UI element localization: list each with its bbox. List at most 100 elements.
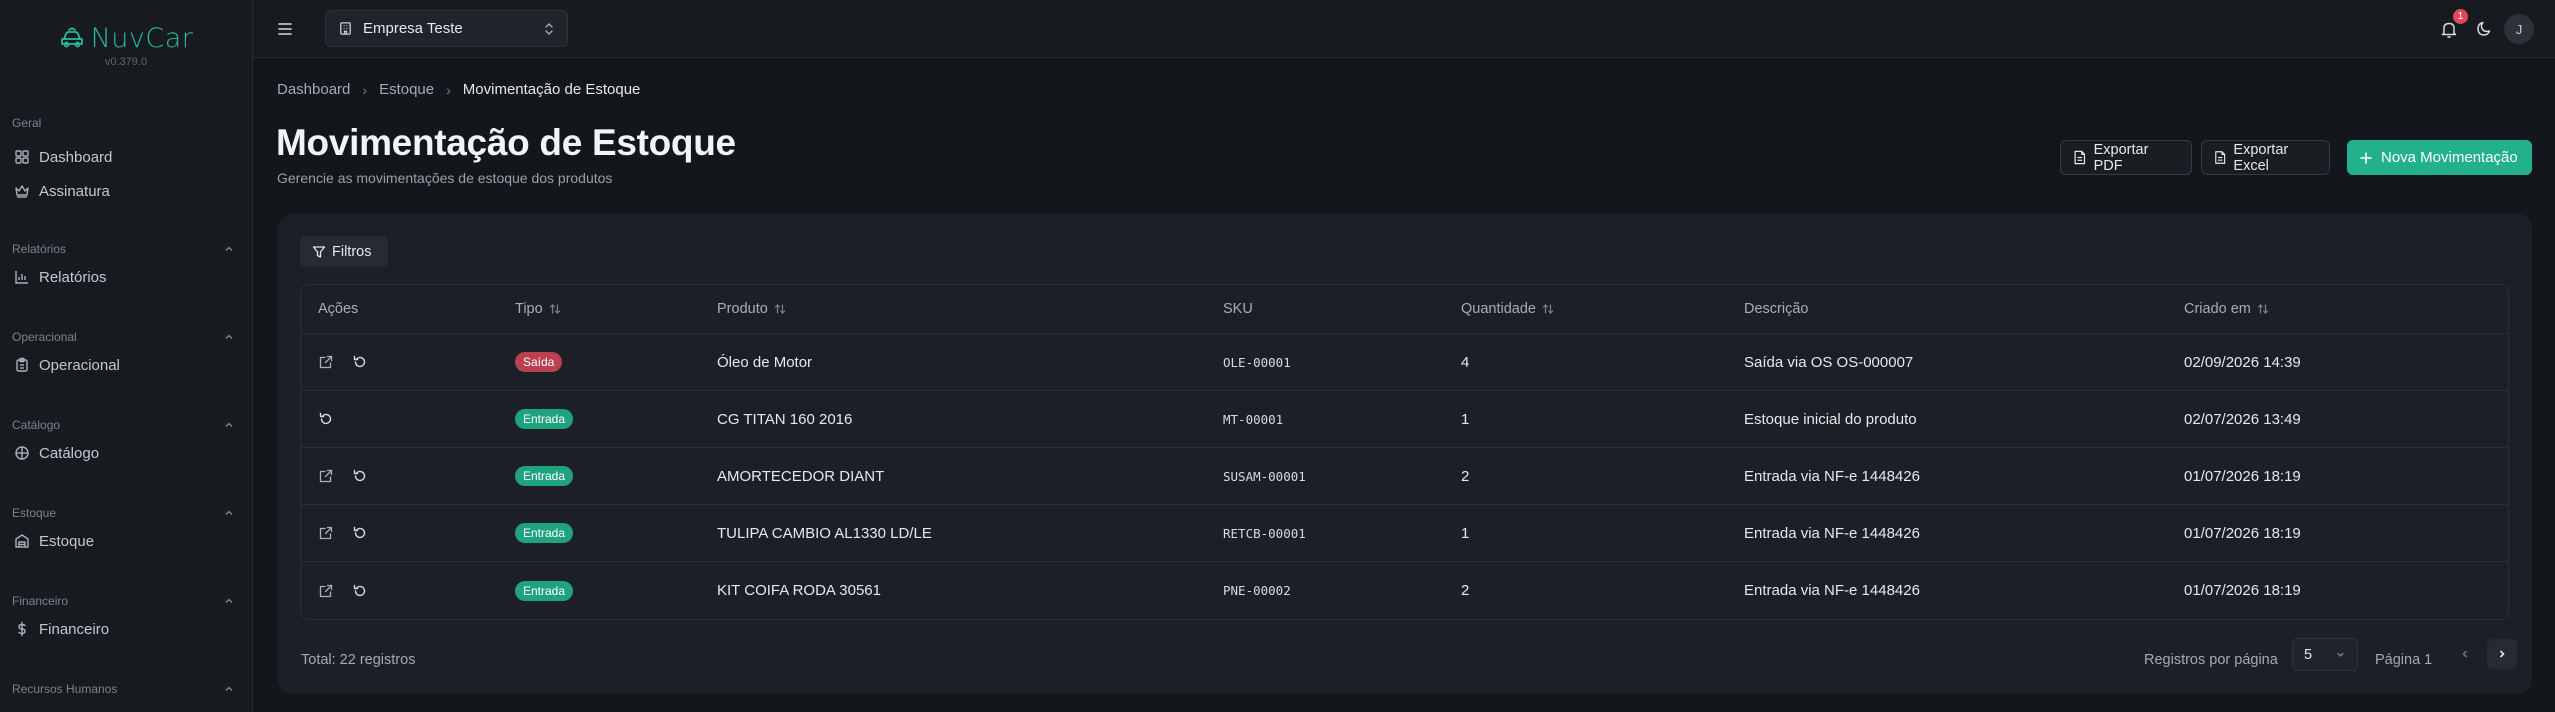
row-descricao: Estoque inicial do produto (1744, 410, 1917, 428)
group-header-catalogo[interactable]: Catálogo (0, 414, 252, 436)
sidebar-item-label: Assinatura (39, 182, 110, 200)
header-label: Ações (318, 301, 359, 317)
header-quantidade[interactable]: Quantidade (1461, 285, 1744, 333)
external-link-icon[interactable] (318, 583, 334, 599)
chevron-up-icon (225, 334, 233, 340)
avatar[interactable]: J (2504, 14, 2534, 44)
chevron-up-icon (225, 598, 233, 604)
crown-icon (15, 185, 29, 198)
header-produto[interactable]: Produto (717, 285, 1223, 333)
row-sku: MT-00001 (1223, 411, 1284, 427)
sidebar-item-label: Dashboard (39, 148, 113, 166)
sort-icon (1542, 304, 1554, 314)
row-sku: RETCB-00001 (1223, 525, 1306, 541)
header-criado-em[interactable]: Criado em (2184, 285, 2508, 333)
company-selector[interactable]: Empresa Teste (325, 10, 568, 47)
file-spreadsheet-icon (2215, 151, 2226, 164)
sidebar-item-label: Operacional (39, 356, 120, 374)
undo-icon[interactable] (352, 583, 368, 599)
brand-logo[interactable]: NuvCar (0, 18, 252, 58)
sidebar-item-catalogo[interactable]: Catálogo (0, 436, 252, 470)
car-cloud-icon (60, 27, 83, 48)
table-header: Ações Tipo Produto SKU Quantidade Descri… (301, 285, 2508, 334)
export-pdf-button[interactable]: Exportar PDF (2060, 140, 2192, 175)
sort-icon (2257, 304, 2268, 314)
undo-icon[interactable] (352, 525, 368, 541)
header-descricao: Descrição (1744, 285, 2184, 333)
header-acoes: Ações (301, 285, 515, 333)
next-page-button[interactable] (2487, 639, 2517, 669)
row-sku: SUSAM-00001 (1223, 468, 1306, 484)
group-header-recursos-humanos[interactable]: Recursos Humanos (0, 678, 252, 700)
row-quantidade: 2 (1461, 582, 1470, 599)
plus-icon (2360, 151, 2372, 164)
row-produto: TULIPA CAMBIO AL1330 LD/LE (717, 524, 932, 542)
row-descricao: Entrada via NF-e 1448426 (1744, 524, 1920, 542)
group-header-estoque[interactable]: Estoque (0, 502, 252, 524)
sidebar-item-financeiro[interactable]: Financeiro (0, 612, 252, 646)
status-badge: Entrada (515, 580, 574, 601)
group-header-relatorios[interactable]: Relatórios (0, 238, 252, 260)
sidebar-item-label: Estoque (39, 532, 95, 550)
header-label: Descrição (1744, 301, 1809, 317)
row-criado-em: 01/07/2026 18:19 (2184, 524, 2301, 542)
sidebar-item-label: Financeiro (39, 620, 110, 638)
sidebar-item-operacional[interactable]: Operacional (0, 348, 252, 382)
brand-name: NuvCar (90, 22, 194, 54)
undo-icon[interactable] (352, 354, 368, 370)
movements-card: Filtros Ações Tipo Produto SKU Quantidad… (278, 214, 2532, 694)
app-version: v0.379.0 (104, 56, 148, 68)
filters-label: Filtros (332, 243, 372, 260)
chevron-up-icon (225, 246, 233, 252)
hamburger-icon (278, 23, 292, 35)
breadcrumb-item-estoque[interactable]: Estoque (379, 81, 434, 98)
page-subtitle: Gerencie as movimentações de estoque dos… (277, 170, 613, 186)
breadcrumb-item-dashboard[interactable]: Dashboard (277, 81, 350, 98)
new-movement-button[interactable]: Nova Movimentação (2347, 140, 2532, 175)
new-movement-label: Nova Movimentação (2381, 149, 2518, 166)
table-row: Entrada CG TITAN 160 2016 MT-00001 1 Est… (301, 391, 2508, 448)
table-row: Entrada KIT COIFA RODA 30561 PNE-00002 2… (301, 562, 2508, 619)
row-tipo: Entrada (515, 562, 717, 619)
row-sku: PNE-00002 (1223, 583, 1291, 598)
prev-page-button[interactable] (2450, 639, 2480, 669)
export-pdf-label: Exportar PDF (2093, 141, 2149, 174)
filter-icon (312, 245, 326, 258)
group-header-financeiro[interactable]: Financeiro (0, 590, 252, 612)
group-label: Financeiro (12, 594, 69, 608)
menu-toggle-button[interactable] (275, 19, 295, 39)
moon-icon[interactable] (2474, 19, 2494, 39)
sidebar-item-assinatura[interactable]: Assinatura (0, 174, 252, 208)
external-link-icon[interactable] (318, 354, 334, 370)
per-page-select[interactable]: 5 (2292, 638, 2358, 671)
sidebar-item-label: Relatórios (39, 268, 107, 286)
row-tipo: Entrada (515, 391, 717, 447)
header-tipo[interactable]: Tipo (515, 285, 717, 333)
group-label: Recursos Humanos (12, 682, 118, 696)
undo-icon[interactable] (318, 411, 334, 427)
filters-button[interactable]: Filtros (300, 236, 388, 267)
group-header-operacional[interactable]: Operacional (0, 326, 252, 348)
sidebar-item-estoque[interactable]: Estoque (0, 524, 252, 558)
row-tipo: Entrada (515, 505, 717, 561)
table-row: Entrada TULIPA CAMBIO AL1330 LD/LE RETCB… (301, 505, 2508, 562)
table-row: Saída Óleo de Motor OLE-00001 4 Saída vi… (301, 334, 2508, 391)
breadcrumb-item-current: Movimentação de Estoque (462, 81, 641, 98)
sidebar-item-dashboard[interactable]: Dashboard (0, 140, 252, 174)
notification-badge: 1 (2453, 9, 2468, 24)
status-badge: Entrada (515, 466, 574, 486)
external-link-icon[interactable] (318, 468, 334, 484)
sidebar: NuvCar v0.379.0 Geral Dashboard Assinatu… (0, 0, 253, 712)
nav-group-relatorios: Relatórios Relatórios (0, 238, 252, 294)
sidebar-item-relatorios[interactable]: Relatórios (0, 260, 252, 294)
per-page-value: 5 (2304, 646, 2313, 663)
chevrons-up-down-icon (545, 22, 553, 35)
undo-icon[interactable] (352, 468, 368, 484)
status-badge: Entrada (515, 523, 574, 543)
row-produto: KIT COIFA RODA 30561 (717, 582, 881, 599)
group-label: Geral (12, 116, 42, 130)
row-descricao: Saída via OS OS-000007 (1744, 353, 1914, 371)
export-excel-button[interactable]: Exportar Excel (2201, 140, 2330, 175)
external-link-icon[interactable] (318, 525, 334, 541)
building-icon (340, 22, 351, 35)
